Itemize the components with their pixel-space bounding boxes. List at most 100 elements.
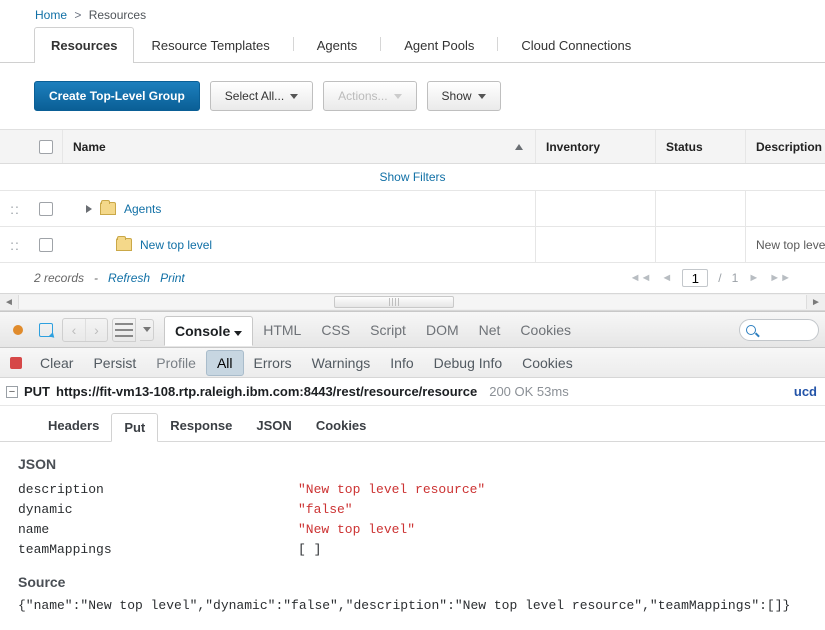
scroll-right-icon[interactable]: ► [807, 297, 825, 308]
dbg-tab-net[interactable]: Net [469, 316, 511, 344]
dbg-tab-dom[interactable]: DOM [416, 316, 469, 344]
row-name-cell: New top level [62, 238, 535, 252]
panel-menu-dropdown[interactable] [140, 319, 154, 341]
pager-page-input[interactable] [682, 269, 708, 287]
json-val-teammappings: [ ] [298, 540, 321, 560]
request-url: https://fit-vm13-108.rtp.raleigh.ibm.com… [56, 384, 477, 399]
console-filter-all[interactable]: All [206, 350, 244, 376]
tab-resource-templates[interactable]: Resource Templates [134, 27, 286, 63]
json-key-dynamic: dynamic [18, 500, 298, 520]
pager-last-icon[interactable]: ►► [769, 272, 791, 284]
folder-icon [100, 202, 116, 215]
cell-inventory [535, 227, 655, 262]
request-row[interactable]: − PUT https://fit-vm13-108.rtp.raleigh.i… [0, 378, 825, 406]
request-source: ucd [794, 384, 819, 399]
show-dropdown[interactable]: Show [427, 81, 501, 111]
tab-cloud-connections[interactable]: Cloud Connections [504, 27, 648, 63]
resource-link-agents[interactable]: Agents [124, 202, 161, 216]
col-header-name[interactable]: Name [62, 130, 535, 163]
cell-inventory [535, 191, 655, 226]
pager-first-icon[interactable]: ◄◄ [630, 272, 652, 284]
caret-down-icon [290, 94, 298, 99]
break-on-error-icon[interactable] [6, 351, 30, 375]
select-all-checkbox[interactable] [39, 140, 53, 154]
pager-next-icon[interactable]: ► [748, 272, 759, 284]
cell-description: New top leve [745, 227, 825, 262]
request-tabs: Headers Put Response JSON Cookies [0, 406, 825, 442]
cell-status [655, 191, 745, 226]
footer-dash: - [94, 271, 98, 285]
scroll-track[interactable] [18, 295, 807, 309]
search-icon [746, 325, 756, 335]
tab-separator [380, 37, 381, 51]
console-filter-debug[interactable]: Debug Info [424, 351, 513, 375]
dbg-tab-css[interactable]: CSS [311, 316, 360, 344]
panel-menu-icon[interactable] [112, 318, 136, 342]
select-all-dropdown[interactable]: Select All... [210, 81, 313, 111]
dbg-tab-cookies[interactable]: Cookies [510, 316, 581, 344]
history-back-icon[interactable]: ‹ [63, 319, 85, 341]
dbg-tab-html[interactable]: HTML [253, 316, 311, 344]
drag-handle-icon[interactable]: :: [0, 237, 30, 253]
col-header-inventory[interactable]: Inventory [535, 130, 655, 163]
history-forward-icon[interactable]: › [85, 319, 107, 341]
tab-agents[interactable]: Agents [300, 27, 374, 63]
col-header-status[interactable]: Status [655, 130, 745, 163]
dbg-tab-script[interactable]: Script [360, 316, 416, 344]
breadcrumb-current: Resources [89, 8, 146, 22]
sort-ascending-icon [515, 144, 523, 150]
request-status: 200 OK 53ms [489, 384, 569, 399]
row-checkbox[interactable] [39, 238, 53, 252]
row-checkbox-cell [30, 238, 62, 252]
console-persist[interactable]: Persist [83, 351, 146, 375]
col-header-description[interactable]: Description [745, 130, 825, 163]
breadcrumb-home[interactable]: Home [35, 8, 67, 22]
json-key-description: description [18, 480, 298, 500]
show-filters-link[interactable]: Show Filters [379, 170, 445, 184]
grid-footer: 2 records - Refresh Print ◄◄ ◄ / 1 ► ►► [0, 263, 825, 293]
expand-icon[interactable] [86, 205, 92, 213]
pager-prev-icon[interactable]: ◄ [661, 272, 672, 284]
rtab-json[interactable]: JSON [244, 412, 303, 441]
request-method: PUT [24, 384, 50, 399]
rtab-put[interactable]: Put [111, 413, 158, 442]
refresh-link[interactable]: Refresh [108, 271, 150, 285]
caret-down-icon [394, 94, 402, 99]
json-section-title: JSON [18, 456, 807, 472]
debugger-search[interactable] [739, 319, 819, 341]
col-name-label: Name [73, 140, 106, 154]
dbg-tab-console-label: Console [175, 323, 230, 339]
horizontal-scrollbar[interactable]: ◄ ► [0, 293, 825, 311]
actions-dropdown[interactable]: Actions... [323, 81, 416, 111]
row-name-cell: Agents [62, 202, 535, 216]
scroll-thumb[interactable] [334, 296, 454, 308]
tab-resources[interactable]: Resources [34, 27, 134, 63]
actions-label: Actions... [338, 89, 387, 103]
firebug-icon[interactable] [6, 318, 30, 342]
tab-agent-pools[interactable]: Agent Pools [387, 27, 491, 63]
inspect-icon[interactable] [34, 318, 58, 342]
create-top-level-group-button[interactable]: Create Top-Level Group [34, 81, 200, 111]
rtab-response[interactable]: Response [158, 412, 244, 441]
console-filter-info[interactable]: Info [380, 351, 423, 375]
cell-description [745, 191, 825, 226]
collapse-icon[interactable]: − [6, 386, 18, 398]
rtab-headers[interactable]: Headers [36, 412, 111, 441]
scroll-left-icon[interactable]: ◄ [0, 297, 18, 308]
row-checkbox[interactable] [39, 202, 53, 216]
json-key-teammappings: teamMappings [18, 540, 298, 560]
dbg-tab-console[interactable]: Console [164, 316, 253, 346]
console-filter-errors[interactable]: Errors [244, 351, 302, 375]
grid-header: Name Inventory Status Description [0, 130, 825, 164]
console-filter-cookies[interactable]: Cookies [512, 351, 583, 375]
rtab-cookies[interactable]: Cookies [304, 412, 379, 441]
pager: ◄◄ ◄ / 1 ► ►► [630, 269, 791, 287]
drag-handle-icon[interactable]: :: [0, 201, 30, 217]
console-profile[interactable]: Profile [146, 351, 206, 375]
filter-row: Show Filters [0, 164, 825, 191]
console-filter-warnings[interactable]: Warnings [302, 351, 381, 375]
cell-status [655, 227, 745, 262]
resource-link-new-top-level[interactable]: New top level [140, 238, 212, 252]
print-link[interactable]: Print [160, 271, 185, 285]
console-clear[interactable]: Clear [30, 351, 83, 375]
